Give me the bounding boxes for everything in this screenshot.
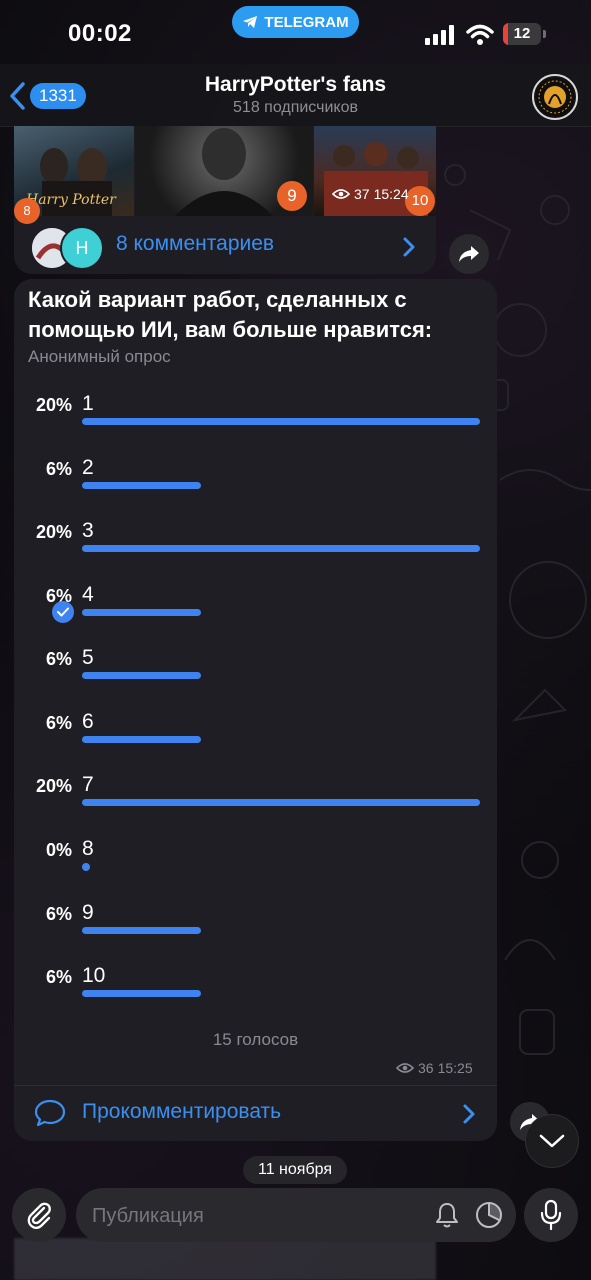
option-result-bar bbox=[82, 482, 201, 489]
timer-icon[interactable] bbox=[474, 1200, 504, 1230]
chat-header: 1331 HarryPotter's fans 518 подписчиков bbox=[0, 64, 591, 127]
poll-time: 15:25 bbox=[437, 1060, 473, 1076]
poll-views: 36 bbox=[418, 1060, 434, 1076]
poll-type: Анонимный опрос bbox=[28, 347, 171, 366]
battery-cap bbox=[543, 30, 546, 38]
poll-option[interactable]: 6% 6 bbox=[14, 710, 497, 777]
comment-label: Прокомментировать bbox=[82, 1100, 282, 1123]
comments-link[interactable]: Н 8 комментариев bbox=[14, 218, 436, 274]
media-views: 37 bbox=[354, 186, 370, 202]
chevron-right-icon bbox=[463, 1104, 475, 1124]
option-label: 6 bbox=[82, 710, 94, 733]
option-label: 4 bbox=[82, 583, 94, 606]
option-percent: 6% bbox=[45, 649, 72, 669]
bell-icon[interactable] bbox=[434, 1201, 460, 1229]
media-message[interactable]: Harry Potter 8 9 10 37 15:24 Н 8 коммент… bbox=[14, 126, 436, 274]
album-badge-9: 9 bbox=[277, 181, 307, 211]
option-label: 10 bbox=[82, 964, 106, 987]
telegram-pill-label: TELEGRAM bbox=[264, 13, 349, 31]
telegram-icon bbox=[243, 16, 258, 28]
photo-caption: Harry Potter bbox=[26, 192, 116, 208]
media-meta: 37 15:24 bbox=[332, 186, 409, 202]
paperclip-icon bbox=[27, 1202, 51, 1229]
microphone-icon bbox=[540, 1199, 562, 1231]
poll-question: Какой вариант работ, сделанных с помощью… bbox=[28, 287, 433, 342]
poll-option[interactable]: 20% 3 bbox=[14, 519, 497, 586]
poll-option[interactable]: 6% 2 bbox=[14, 456, 497, 523]
poll-option[interactable]: 6% 4 bbox=[14, 583, 497, 650]
comment-bubble-icon bbox=[34, 1099, 66, 1127]
broadcast-input[interactable] bbox=[90, 1188, 424, 1244]
poll-meta: 36 15:25 bbox=[396, 1060, 473, 1076]
wifi-icon bbox=[466, 24, 494, 45]
poll-option[interactable]: 20% 1 bbox=[14, 392, 497, 459]
option-percent: 0% bbox=[45, 840, 72, 860]
option-result-bar bbox=[82, 609, 201, 616]
comments-label: 8 комментариев bbox=[116, 232, 275, 255]
subscriber-count: 518 подписчиков bbox=[233, 99, 358, 116]
poll-option[interactable]: 6% 5 bbox=[14, 646, 497, 713]
media-time: 15:24 bbox=[373, 186, 409, 202]
option-result-bar bbox=[82, 545, 480, 552]
option-label: 1 bbox=[82, 392, 94, 415]
check-icon bbox=[57, 607, 69, 617]
poll-option[interactable]: 20% 7 bbox=[14, 773, 497, 840]
poll-option[interactable]: 0% 8 bbox=[14, 837, 497, 904]
option-label: 8 bbox=[82, 837, 94, 860]
option-result-bar bbox=[82, 799, 480, 806]
channel-avatar-image bbox=[536, 78, 574, 116]
album-badge-10: 10 bbox=[405, 186, 435, 216]
poll-message: Какой вариант работ, сделанных с помощью… bbox=[14, 279, 497, 1141]
battery-indicator: 12 bbox=[503, 23, 541, 45]
option-label: 3 bbox=[82, 519, 94, 542]
commenter-avatar-letter: Н bbox=[60, 226, 104, 270]
status-bar: 00:02 TELEGRAM 12 bbox=[0, 0, 591, 70]
option-result-bar bbox=[82, 736, 201, 743]
option-percent: 6% bbox=[45, 713, 72, 733]
option-percent: 20% bbox=[35, 522, 72, 542]
option-label: 9 bbox=[82, 901, 94, 924]
chosen-option-check bbox=[52, 601, 74, 623]
message-composer[interactable] bbox=[76, 1188, 516, 1244]
date-separator: 11 ноября bbox=[243, 1156, 347, 1184]
option-result-bar bbox=[82, 927, 201, 934]
option-label: 2 bbox=[82, 456, 94, 479]
option-label: 5 bbox=[82, 646, 94, 669]
option-percent: 20% bbox=[35, 776, 72, 796]
option-label: 7 bbox=[82, 773, 94, 796]
option-percent: 6% bbox=[45, 459, 72, 479]
option-percent: 6% bbox=[45, 967, 72, 987]
battery-level: 12 bbox=[513, 25, 531, 42]
option-result-bar bbox=[82, 863, 90, 871]
channel-title[interactable]: HarryPotter's fans bbox=[0, 73, 591, 97]
comment-button[interactable]: Прокомментировать bbox=[14, 1086, 497, 1141]
microphone-button[interactable] bbox=[524, 1188, 578, 1242]
option-percent: 6% bbox=[45, 904, 72, 924]
chevron-right-icon bbox=[403, 237, 415, 257]
media-album[interactable]: Harry Potter 8 9 10 37 15:24 bbox=[14, 126, 436, 224]
channel-avatar[interactable] bbox=[532, 74, 578, 120]
share-button[interactable] bbox=[449, 234, 489, 274]
eye-icon bbox=[332, 189, 350, 199]
poll-vote-count[interactable]: 15 голосов bbox=[14, 1030, 497, 1050]
option-percent: 20% bbox=[35, 395, 72, 415]
next-message-preview bbox=[14, 1238, 436, 1280]
chevron-down-icon bbox=[539, 1134, 565, 1148]
telegram-pill[interactable]: TELEGRAM bbox=[232, 6, 359, 38]
option-result-bar bbox=[82, 990, 201, 997]
share-icon bbox=[459, 246, 479, 262]
attach-button[interactable] bbox=[12, 1188, 66, 1242]
scroll-down-button[interactable] bbox=[525, 1114, 579, 1168]
poll-option[interactable]: 6% 9 bbox=[14, 901, 497, 968]
eye-icon bbox=[396, 1063, 414, 1073]
poll-option[interactable]: 6% 10 bbox=[14, 964, 497, 1031]
clock: 00:02 bbox=[68, 20, 132, 47]
option-result-bar bbox=[82, 418, 480, 425]
signal-icon bbox=[425, 25, 454, 45]
option-result-bar bbox=[82, 672, 201, 679]
